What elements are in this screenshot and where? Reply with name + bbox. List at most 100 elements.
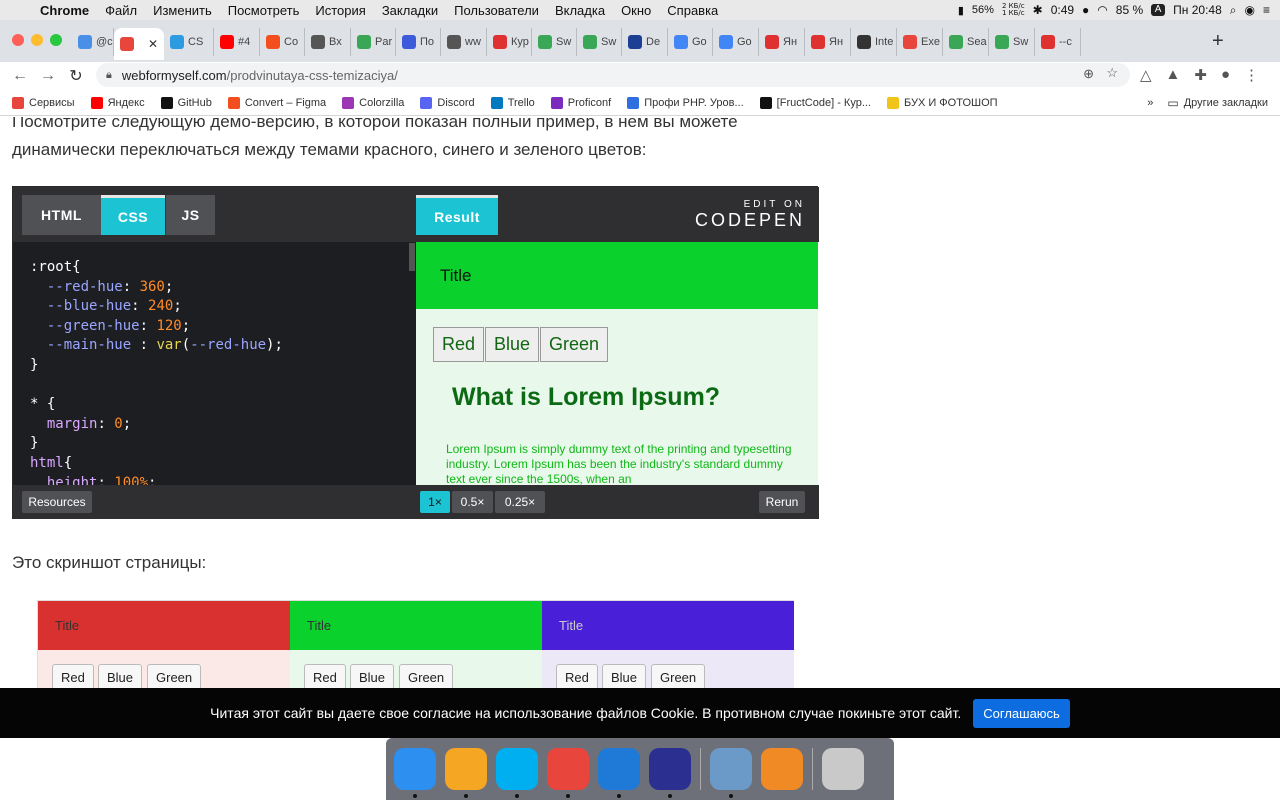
green-theme-button[interactable]: Green bbox=[540, 327, 609, 362]
bookmark-item[interactable]: БУХ И ФОТОШОП bbox=[886, 96, 998, 109]
notification-center-icon[interactable]: ≡ bbox=[1263, 3, 1270, 17]
network-speed[interactable]: 2 КБ/с 1 КБ/с bbox=[1002, 3, 1025, 17]
browser-tab[interactable]: Par bbox=[351, 28, 396, 56]
browser-tab[interactable]: Go bbox=[668, 28, 713, 56]
browser-tab[interactable]: --c bbox=[1035, 28, 1081, 56]
new-tab-button[interactable]: + bbox=[1212, 30, 1224, 53]
rerun-button[interactable]: Rerun bbox=[759, 491, 805, 513]
tab-js[interactable]: JS bbox=[166, 195, 215, 235]
zoom-quarter-button[interactable]: 0.25× bbox=[495, 491, 545, 513]
browser-tab[interactable]: CS bbox=[164, 28, 214, 56]
battery-percent[interactable]: 85 % bbox=[1116, 3, 1143, 17]
cpu-icon[interactable]: ▮ bbox=[958, 4, 964, 17]
preview-title: Title bbox=[38, 601, 290, 650]
menu-tab[interactable]: Вкладка bbox=[547, 3, 613, 18]
wifi-icon[interactable]: ◠ bbox=[1097, 3, 1107, 17]
bookmark-item[interactable]: Convert – Figma bbox=[227, 96, 326, 109]
browser-tab[interactable]: #4 bbox=[214, 28, 260, 56]
browser-tab[interactable]: Inte bbox=[851, 28, 897, 56]
menu-help[interactable]: Справка bbox=[659, 3, 726, 18]
lock-icon[interactable]: 🔒︎ bbox=[106, 69, 112, 82]
profile-avatar-icon[interactable]: ● bbox=[1221, 66, 1230, 84]
tab-html[interactable]: HTML bbox=[22, 195, 101, 235]
close-window-button[interactable] bbox=[12, 34, 24, 46]
menu-app-name[interactable]: Chrome bbox=[36, 3, 97, 18]
bookmark-item[interactable]: Яндекс bbox=[90, 96, 145, 109]
preview-icon[interactable] bbox=[710, 748, 752, 798]
bookmark-item[interactable]: [FructCode] - Кур... bbox=[759, 96, 871, 109]
menu-window[interactable]: Окно bbox=[613, 3, 659, 18]
blue-theme-button[interactable]: Blue bbox=[485, 327, 540, 362]
siri-icon[interactable]: ◉ bbox=[1245, 3, 1255, 17]
spotlight-search-icon[interactable]: ⌕ bbox=[1230, 3, 1237, 18]
bookmark-item[interactable]: Proficonf bbox=[550, 96, 611, 109]
browser-tab[interactable]: Sw bbox=[577, 28, 622, 56]
input-language-icon[interactable]: A bbox=[1151, 4, 1166, 16]
menu-file[interactable]: Файл bbox=[97, 3, 145, 18]
bookmark-item[interactable]: Профи PHP. Уров... bbox=[627, 96, 744, 109]
browser-tab[interactable]: Sw bbox=[532, 28, 577, 56]
extension-icon[interactable]: △ bbox=[1140, 66, 1152, 84]
red-theme-button[interactable]: Red bbox=[433, 327, 485, 362]
menu-users[interactable]: Пользователи bbox=[446, 3, 547, 18]
browser-tab[interactable]: Ян bbox=[805, 28, 851, 56]
pages-icon[interactable] bbox=[445, 748, 487, 798]
browser-tab[interactable]: Вх bbox=[305, 28, 351, 56]
browser-tab[interactable]: Exe bbox=[897, 28, 943, 56]
close-tab-icon[interactable]: ✕ bbox=[148, 37, 158, 51]
menu-view[interactable]: Посмотреть bbox=[220, 3, 308, 18]
bookmark-item[interactable]: Trello bbox=[490, 96, 535, 109]
clock[interactable]: Пн 20:48 bbox=[1173, 3, 1222, 17]
minimize-window-button[interactable] bbox=[31, 34, 43, 46]
checkmark-icon[interactable]: ● bbox=[1082, 3, 1089, 17]
menu-edit[interactable]: Изменить bbox=[145, 3, 220, 18]
resources-button[interactable]: Resources bbox=[22, 491, 92, 513]
bookmark-item[interactable]: GitHub bbox=[160, 96, 212, 109]
tab-css[interactable]: CSS bbox=[101, 195, 165, 235]
browser-tab[interactable]: Go bbox=[713, 28, 759, 56]
puzzle-icon[interactable]: ✚ bbox=[1194, 66, 1207, 84]
menu-history[interactable]: История bbox=[307, 3, 373, 18]
browser-tab[interactable]: ww bbox=[441, 28, 487, 56]
browser-tab[interactable]: ✕ bbox=[114, 28, 164, 60]
bookmark-list: Сервисы Яндекс GitHub Convert – Figma Colorz… bbox=[12, 96, 1014, 109]
bookmark-star-icon[interactable]: ☆ bbox=[1106, 65, 1118, 81]
css-code-editor[interactable]: :root{ --red-hue: 360; --blue-hue: 240; … bbox=[13, 242, 416, 485]
reload-icon[interactable]: ↻ bbox=[62, 66, 90, 86]
trash-icon[interactable] bbox=[822, 748, 864, 790]
editor-scrollbar[interactable] bbox=[409, 243, 415, 271]
other-bookmarks-folder[interactable]: ▭ Другие закладки bbox=[1167, 96, 1268, 110]
browser-tab[interactable]: Sea bbox=[943, 28, 989, 56]
menu-bookmarks[interactable]: Закладки bbox=[374, 3, 446, 18]
zoom-window-button[interactable] bbox=[50, 34, 62, 46]
browser-tab[interactable]: @c bbox=[72, 28, 114, 56]
skype-icon[interactable] bbox=[496, 748, 538, 798]
address-bar[interactable]: 🔒︎ webformyself.com/prodvinutaya-css-tem… bbox=[96, 63, 1130, 87]
vscode-icon[interactable] bbox=[598, 748, 640, 798]
browser-tab[interactable]: Sw bbox=[989, 28, 1035, 56]
browser-tab[interactable]: De bbox=[622, 28, 668, 56]
calculator-icon[interactable] bbox=[761, 748, 803, 790]
gear-icon[interactable]: ✱ bbox=[1033, 3, 1043, 17]
browser-tab[interactable]: По bbox=[396, 28, 441, 56]
extension-icon[interactable]: ▲ bbox=[1166, 66, 1181, 84]
browser-tab[interactable]: Ян bbox=[759, 28, 805, 56]
browser-tab[interactable]: Co bbox=[260, 28, 305, 56]
more-menu-icon[interactable]: ⋮ bbox=[1244, 66, 1259, 84]
back-arrow-icon[interactable]: ← bbox=[6, 67, 34, 85]
zoom-half-button[interactable]: 0.5× bbox=[452, 491, 493, 513]
browser-tab[interactable]: Кур bbox=[487, 28, 532, 56]
cookie-accept-button[interactable]: Соглашаюсь bbox=[973, 698, 1070, 728]
app-icon[interactable] bbox=[649, 748, 691, 798]
forward-arrow-icon[interactable]: → bbox=[34, 67, 62, 85]
edit-on-codepen-link[interactable]: EDIT ON CODEPEN bbox=[695, 199, 805, 231]
zoom-icon[interactable]: ⊕ bbox=[1083, 66, 1094, 82]
chrome-icon[interactable] bbox=[547, 748, 589, 798]
zoom-1x-button[interactable]: 1× bbox=[420, 491, 450, 513]
bookmark-item[interactable]: Colorzilla bbox=[342, 96, 404, 109]
bookmarks-overflow-button[interactable]: » bbox=[1147, 97, 1153, 109]
bookmark-item[interactable]: Discord bbox=[420, 96, 475, 109]
tab-result[interactable]: Result bbox=[416, 195, 498, 235]
finder-icon[interactable] bbox=[394, 748, 436, 798]
bookmark-item[interactable]: Сервисы bbox=[12, 96, 75, 109]
